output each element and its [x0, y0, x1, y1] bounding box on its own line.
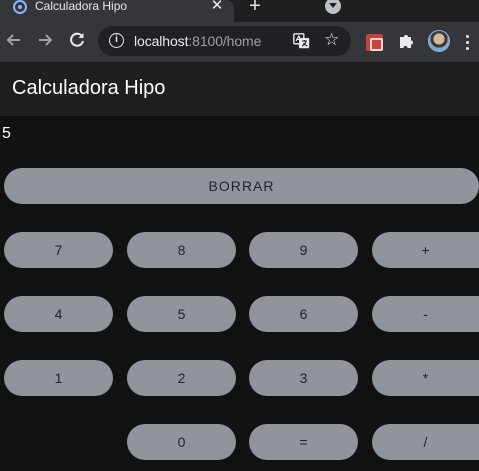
digit-9-button[interactable]: 9	[249, 232, 358, 268]
browser-toolbar: i localhost:8100/home ☆	[0, 22, 479, 62]
back-arrow-icon[interactable]	[4, 30, 24, 50]
info-icon[interactable]: i	[109, 33, 124, 48]
plus-button[interactable]: +	[372, 232, 479, 268]
address-bar[interactable]: i localhost:8100/home ☆	[98, 26, 351, 56]
url-text[interactable]: localhost:8100/home	[134, 33, 261, 49]
clear-button[interactable]: BORRAR	[4, 168, 479, 204]
forward-arrow-icon[interactable]	[35, 30, 55, 50]
calculator-display: 5	[2, 125, 11, 142]
extensions-puzzle-icon[interactable]	[397, 32, 415, 50]
url-host: localhost	[134, 33, 189, 49]
page-title: Calculadora Hipo	[12, 77, 166, 99]
digit-4-button[interactable]: 4	[4, 296, 113, 332]
multiply-button[interactable]: *	[372, 360, 479, 396]
tab-search-icon[interactable]	[325, 0, 341, 14]
url-path: :8100/home	[188, 33, 262, 49]
translate-icon[interactable]	[293, 33, 310, 49]
tab-title: Calculadora Hipo	[35, 0, 128, 13]
digit-7-button[interactable]: 7	[4, 232, 113, 268]
digit-0-button[interactable]: 0	[127, 424, 236, 460]
kebab-menu-icon[interactable]	[466, 35, 470, 51]
minus-button[interactable]: -	[372, 296, 479, 332]
close-tab-icon[interactable]: ✕	[209, 0, 225, 15]
reload-icon[interactable]	[67, 30, 87, 50]
equals-button[interactable]: =	[249, 424, 358, 460]
extension-icon[interactable]	[366, 34, 383, 51]
divide-button[interactable]: /	[372, 424, 479, 460]
new-tab-button[interactable]: +	[245, 0, 265, 16]
app-header: Calculadora Hipo	[0, 62, 479, 116]
bookmark-star-icon[interactable]: ☆	[324, 31, 342, 49]
digit-3-button[interactable]: 3	[249, 360, 358, 396]
tab-strip: Calculadora Hipo ✕ +	[0, 0, 479, 22]
browser-tab[interactable]: Calculadora Hipo ✕	[0, 0, 234, 22]
digit-6-button[interactable]: 6	[249, 296, 358, 332]
digit-1-button[interactable]: 1	[4, 360, 113, 396]
digit-5-button[interactable]: 5	[127, 296, 236, 332]
digit-2-button[interactable]: 2	[127, 360, 236, 396]
favicon-icon	[13, 0, 27, 14]
digit-8-button[interactable]: 8	[127, 232, 236, 268]
profile-avatar[interactable]	[428, 30, 450, 52]
